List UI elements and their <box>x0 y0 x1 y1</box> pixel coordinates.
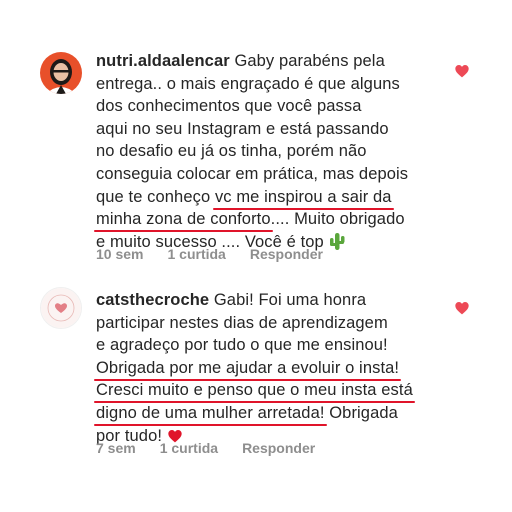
highlighted-text: Obrigada por me ajudar a evoluir o insta… <box>96 358 400 377</box>
highlighted-text: digno de uma mulher arretada! <box>96 403 325 422</box>
highlighted-text: Cresci muito e penso que o meu insta est… <box>96 381 413 400</box>
comment-line: dos conhecimentos que você passa <box>96 97 362 116</box>
likes-count[interactable]: 1 curtida <box>160 440 218 456</box>
comment-line: conseguia colocar em prática, mas depois <box>96 164 409 183</box>
highlighted-text: vc me inspirou a sair da <box>214 187 392 206</box>
comment-line: participar nestes dias de aprendizagem <box>96 313 388 332</box>
highlighted-text: minha zona de conforto <box>96 210 271 229</box>
comment-line: que te conheço <box>96 187 215 206</box>
heart-icon[interactable] <box>454 63 470 79</box>
comment-line: Gabi! Foi uma honra <box>213 291 367 309</box>
heart-icon[interactable] <box>454 300 470 316</box>
username[interactable]: catsthecroche <box>96 291 209 309</box>
comment-meta: 7 sem 1 curtida Responder <box>96 440 315 456</box>
profile-logo <box>41 288 81 328</box>
comment-line: entrega.. o mais engraçado é que alguns <box>96 74 400 93</box>
comment-line: .... Muito obrigado <box>270 210 405 229</box>
timestamp: 7 sem <box>96 440 136 456</box>
comment-text: catsthecroche Gabi! Foi uma honra partic… <box>96 289 413 450</box>
comment-line: no desafio eu já os tinha, porém não <box>96 142 367 161</box>
username[interactable]: nutri.aldaalencar <box>96 52 230 70</box>
avatar[interactable] <box>40 52 82 94</box>
avatar[interactable] <box>40 287 82 329</box>
comment-text: nutri.aldaalencar Gaby parabéns pela ent… <box>96 50 408 256</box>
likes-count[interactable]: 1 curtida <box>167 246 225 262</box>
comment-line: Obrigada <box>324 403 398 422</box>
comment-line: Gaby parabéns pela <box>234 52 385 70</box>
comment-meta: 10 sem 1 curtida Responder <box>96 246 323 262</box>
comment-line: e agradeço por tudo o que me ensinou! <box>96 336 388 355</box>
profile-photo <box>40 52 82 94</box>
reply-button[interactable]: Responder <box>250 246 323 262</box>
comment-line: aqui no seu Instagram e está passando <box>96 119 389 138</box>
timestamp: 10 sem <box>96 246 144 262</box>
reply-button[interactable]: Responder <box>242 440 315 456</box>
cactus-emoji <box>329 232 345 257</box>
